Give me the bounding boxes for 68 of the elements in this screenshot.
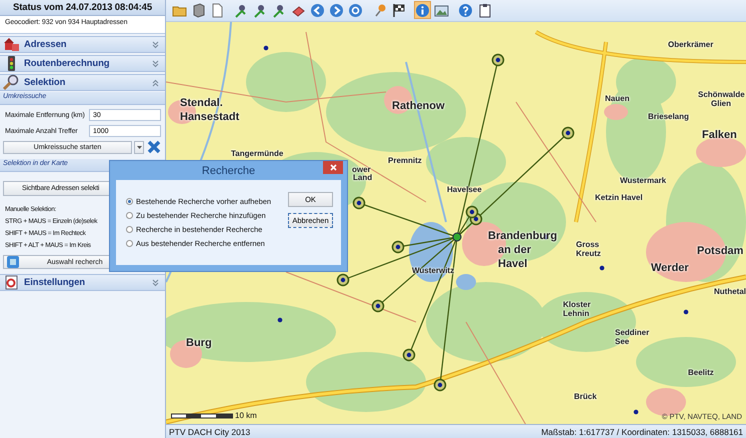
clipboard-icon xyxy=(477,2,492,18)
scale-coordinates-text: Maßstab: 1:617737 / Koordinaten: 1315033, 6888161 xyxy=(541,426,743,437)
place-label: Havel xyxy=(498,258,528,270)
expand-chevron-icon xyxy=(151,40,160,50)
close-icon xyxy=(330,164,336,171)
place-label: Premnitz xyxy=(388,156,422,165)
settings-icon xyxy=(3,274,20,291)
place-label: Brück xyxy=(574,392,597,401)
place-label: Oberkrämer xyxy=(668,40,714,49)
expand-chevron-icon xyxy=(151,278,160,288)
window-icon xyxy=(7,256,19,268)
scale-label: 10 km xyxy=(235,411,257,420)
cube-icon xyxy=(191,2,206,18)
place-label: Nauen xyxy=(605,94,630,103)
radio-button[interactable] xyxy=(126,198,133,205)
status-text: PTV DACH City 2013 xyxy=(169,426,250,437)
addresses-icon xyxy=(3,36,20,53)
place-label: Ketzin Havel xyxy=(595,192,643,202)
expand-chevron-icon xyxy=(151,58,160,68)
place-label: Gross xyxy=(576,240,600,249)
cross-icon xyxy=(147,140,161,154)
caret-icon xyxy=(136,146,142,148)
dropdown-button[interactable] xyxy=(134,140,144,154)
section-header[interactable]: Einstellungen xyxy=(0,274,165,291)
forward-icon xyxy=(329,2,344,18)
place-label: Brandenburg xyxy=(488,230,558,242)
radio-button[interactable] xyxy=(126,240,133,247)
refresh-icon xyxy=(348,2,363,18)
place-label: Beelitz xyxy=(688,368,714,377)
place-label: Hansestadt xyxy=(180,110,240,123)
section-header[interactable]: Adressen xyxy=(0,36,165,53)
place-label: Burg xyxy=(186,336,212,349)
place-label: an der xyxy=(498,244,532,256)
place-label: Kreutz xyxy=(576,248,601,258)
place-label: Wustermark xyxy=(620,176,666,185)
info-icon xyxy=(415,2,430,18)
place-label: Lehnin xyxy=(563,308,590,318)
help-icon xyxy=(458,2,473,18)
place-label: Land xyxy=(353,172,372,182)
place-label: Seddiner xyxy=(615,328,650,337)
magnifier-icon xyxy=(3,74,20,91)
checkered-flag-icon xyxy=(391,2,406,18)
place-label: Rathenow xyxy=(392,100,445,112)
place-label: Stendal. xyxy=(180,96,223,109)
section-header[interactable]: Selektion xyxy=(0,74,165,91)
place-label: Kloster xyxy=(563,300,591,309)
status-title: Status vom 24.07.2013 08:04:45 xyxy=(0,0,165,16)
close-button[interactable] xyxy=(323,161,343,174)
clear-button[interactable] xyxy=(146,140,162,154)
back-icon xyxy=(310,2,325,18)
scale-bar-icon xyxy=(171,412,233,419)
place-label: ower xyxy=(352,164,371,174)
place-label: Potsdam xyxy=(697,244,744,257)
place-label: Tangermünde xyxy=(231,148,284,158)
place-label: See xyxy=(615,336,630,346)
radio-button[interactable] xyxy=(126,226,133,233)
document-icon xyxy=(210,2,225,18)
section-header[interactable]: Routenberechnung xyxy=(0,55,165,72)
place-label: Werder xyxy=(651,262,689,274)
radio-button[interactable] xyxy=(126,212,133,219)
place-label: Glien xyxy=(711,98,732,108)
place-label: Nuthetal xyxy=(714,286,746,296)
place-label: Schönwalde xyxy=(698,90,745,99)
place-label: Brieselang xyxy=(648,112,689,121)
image-icon xyxy=(434,2,449,18)
place-label: Falken xyxy=(702,128,737,141)
dialog-title: Recherche xyxy=(202,164,256,176)
collapse-chevron-icon xyxy=(151,78,160,88)
